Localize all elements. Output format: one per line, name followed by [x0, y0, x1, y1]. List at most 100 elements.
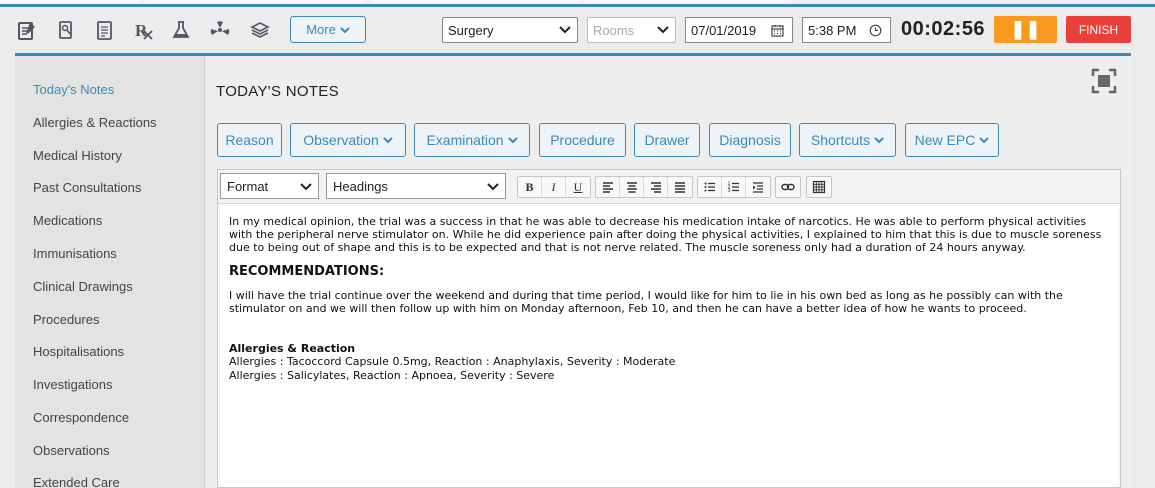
main-panel: TODAY'S NOTES Reason Observation Examina…: [206, 56, 1131, 488]
align-left-button[interactable]: [596, 177, 620, 197]
link-button[interactable]: [776, 177, 800, 197]
allergy-line: Allergies : Salicylates, Reaction : Apno…: [229, 368, 555, 382]
numbered-list-button[interactable]: 123: [722, 177, 746, 197]
editor-toolbar: Format Headings B I U 1 2 3: [218, 170, 1120, 204]
lab-request-icon[interactable]: [55, 19, 77, 41]
sidebar-item-procedures[interactable]: Procedures: [33, 312, 99, 327]
align-right-button[interactable]: [644, 177, 668, 197]
tab-label: Shortcuts: [810, 132, 871, 148]
location-value: Surgery: [448, 22, 494, 38]
consult-timer: 00:02:56: [901, 18, 986, 40]
chevron-down-icon: [657, 26, 669, 34]
recommendations-heading: RECOMMENDATIONS:: [229, 263, 385, 279]
rooms-select[interactable]: Rooms: [587, 17, 676, 43]
more-button[interactable]: More: [290, 16, 366, 43]
text-style-group: B I U: [517, 176, 591, 198]
allergy-line: Allergies : Tacoccord Capsule 0.5mg, Rea…: [229, 355, 676, 369]
tab-label: Reason: [225, 132, 274, 148]
align-center-icon: [626, 182, 637, 193]
page-title: TODAY'S NOTES: [216, 83, 339, 100]
chevron-down-icon: [874, 137, 884, 144]
lab-flask-icon[interactable]: [170, 19, 192, 41]
prescription-icon[interactable]: R: [133, 19, 155, 41]
location-select[interactable]: Surgery: [442, 17, 578, 43]
numbered-list-icon: 123: [727, 181, 739, 194]
chevron-down-icon: [559, 26, 571, 34]
more-label: More: [306, 22, 336, 37]
italic-button[interactable]: I: [542, 177, 566, 197]
sidebar-item-correspondence[interactable]: Correspondence: [33, 410, 129, 425]
chevron-down-icon: [979, 137, 990, 144]
tab-reason[interactable]: Reason: [217, 123, 282, 157]
tab-procedure[interactable]: Procedure: [539, 123, 626, 157]
headings-select[interactable]: Headings: [326, 173, 506, 199]
chevron-down-icon: [340, 26, 350, 33]
tab-label: Diagnosis: [719, 132, 781, 148]
calendar-icon[interactable]: [771, 24, 784, 37]
chevron-down-icon: [487, 183, 499, 191]
svg-text:3: 3: [727, 188, 730, 194]
tab-label: Observation: [303, 132, 379, 148]
indent-button[interactable]: [746, 177, 770, 197]
sidebar-item-hospitalisations[interactable]: Hospitalisations: [33, 344, 124, 359]
pause-icon: ❚❚: [1010, 19, 1041, 39]
tab-shortcuts[interactable]: Shortcuts: [799, 123, 896, 157]
date-input[interactable]: 07/01/2019: [685, 17, 793, 43]
tab-label: Procedure: [550, 132, 615, 148]
bulleted-list-icon: [704, 182, 715, 192]
sidebar-item-past-consultations[interactable]: Past Consultations: [33, 180, 141, 195]
sidebar-item-medications[interactable]: Medications: [33, 213, 102, 228]
tab-new-epc[interactable]: New EPC: [905, 123, 999, 157]
table-button[interactable]: [807, 177, 831, 197]
editor-content[interactable]: In my medical opinion, the trial was a s…: [220, 206, 1118, 487]
justify-icon: [675, 182, 685, 193]
align-right-icon: [650, 182, 661, 193]
notes-editor: Format Headings B I U 1 2 3 In my medica…: [217, 169, 1121, 488]
sidebar-item-observations[interactable]: Observations: [33, 443, 110, 458]
layers-icon[interactable]: [249, 19, 271, 41]
tab-diagnosis[interactable]: Diagnosis: [709, 123, 791, 157]
alignment-group: [595, 176, 693, 198]
notes-icon[interactable]: [16, 19, 38, 41]
tab-observation[interactable]: Observation: [290, 123, 406, 157]
sidebar-item-todays-notes[interactable]: Today's Notes: [33, 82, 114, 97]
justify-button[interactable]: [668, 177, 692, 197]
pause-button[interactable]: ❚❚: [994, 16, 1057, 43]
format-select[interactable]: Format: [220, 173, 319, 199]
sidebar-item-medical-history[interactable]: Medical History: [33, 148, 122, 163]
date-value: 07/01/2019: [691, 22, 757, 38]
tab-drawer[interactable]: Drawer: [634, 123, 700, 157]
sidebar: Today's Notes Allergies & Reactions Medi…: [15, 56, 205, 488]
expand-icon[interactable]: [1091, 68, 1117, 94]
tab-label: New EPC: [914, 132, 976, 148]
align-left-icon: [602, 182, 613, 193]
bulleted-list-button[interactable]: [698, 177, 722, 197]
sidebar-item-clinical-drawings[interactable]: Clinical Drawings: [33, 279, 133, 294]
tab-label: Examination: [426, 132, 504, 148]
indent-icon: [753, 182, 763, 193]
sidebar-item-extended-care[interactable]: Extended Care: [33, 475, 120, 488]
link-group: [775, 176, 801, 198]
chevron-down-icon: [383, 137, 393, 144]
rooms-placeholder: Rooms: [593, 22, 635, 38]
sidebar-item-allergies[interactable]: Allergies & Reactions: [33, 115, 157, 130]
allergies-heading: Allergies & Reaction: [229, 342, 356, 356]
align-center-button[interactable]: [620, 177, 644, 197]
clock-icon[interactable]: [869, 24, 882, 37]
document-icon[interactable]: [94, 19, 116, 41]
radiation-icon[interactable]: [209, 19, 231, 41]
link-icon: [781, 183, 795, 191]
header-toolbar: R More Surgery Rooms 07/01/2019 5:38 PM …: [0, 7, 1155, 53]
underline-button[interactable]: U: [566, 177, 590, 197]
tab-examination[interactable]: Examination: [414, 123, 530, 157]
finish-button[interactable]: FINISH: [1066, 16, 1131, 43]
sidebar-item-investigations[interactable]: Investigations: [33, 377, 113, 392]
sidebar-item-immunisations[interactable]: Immunisations: [33, 246, 117, 261]
note-paragraph: I will have the trial continue over the …: [229, 288, 1063, 316]
bold-button[interactable]: B: [518, 177, 542, 197]
note-paragraph: In my medical opinion, the trial was a s…: [229, 215, 1102, 255]
list-group: 123: [697, 176, 771, 198]
finish-label: FINISH: [1078, 22, 1119, 37]
time-input[interactable]: 5:38 PM: [802, 17, 891, 43]
